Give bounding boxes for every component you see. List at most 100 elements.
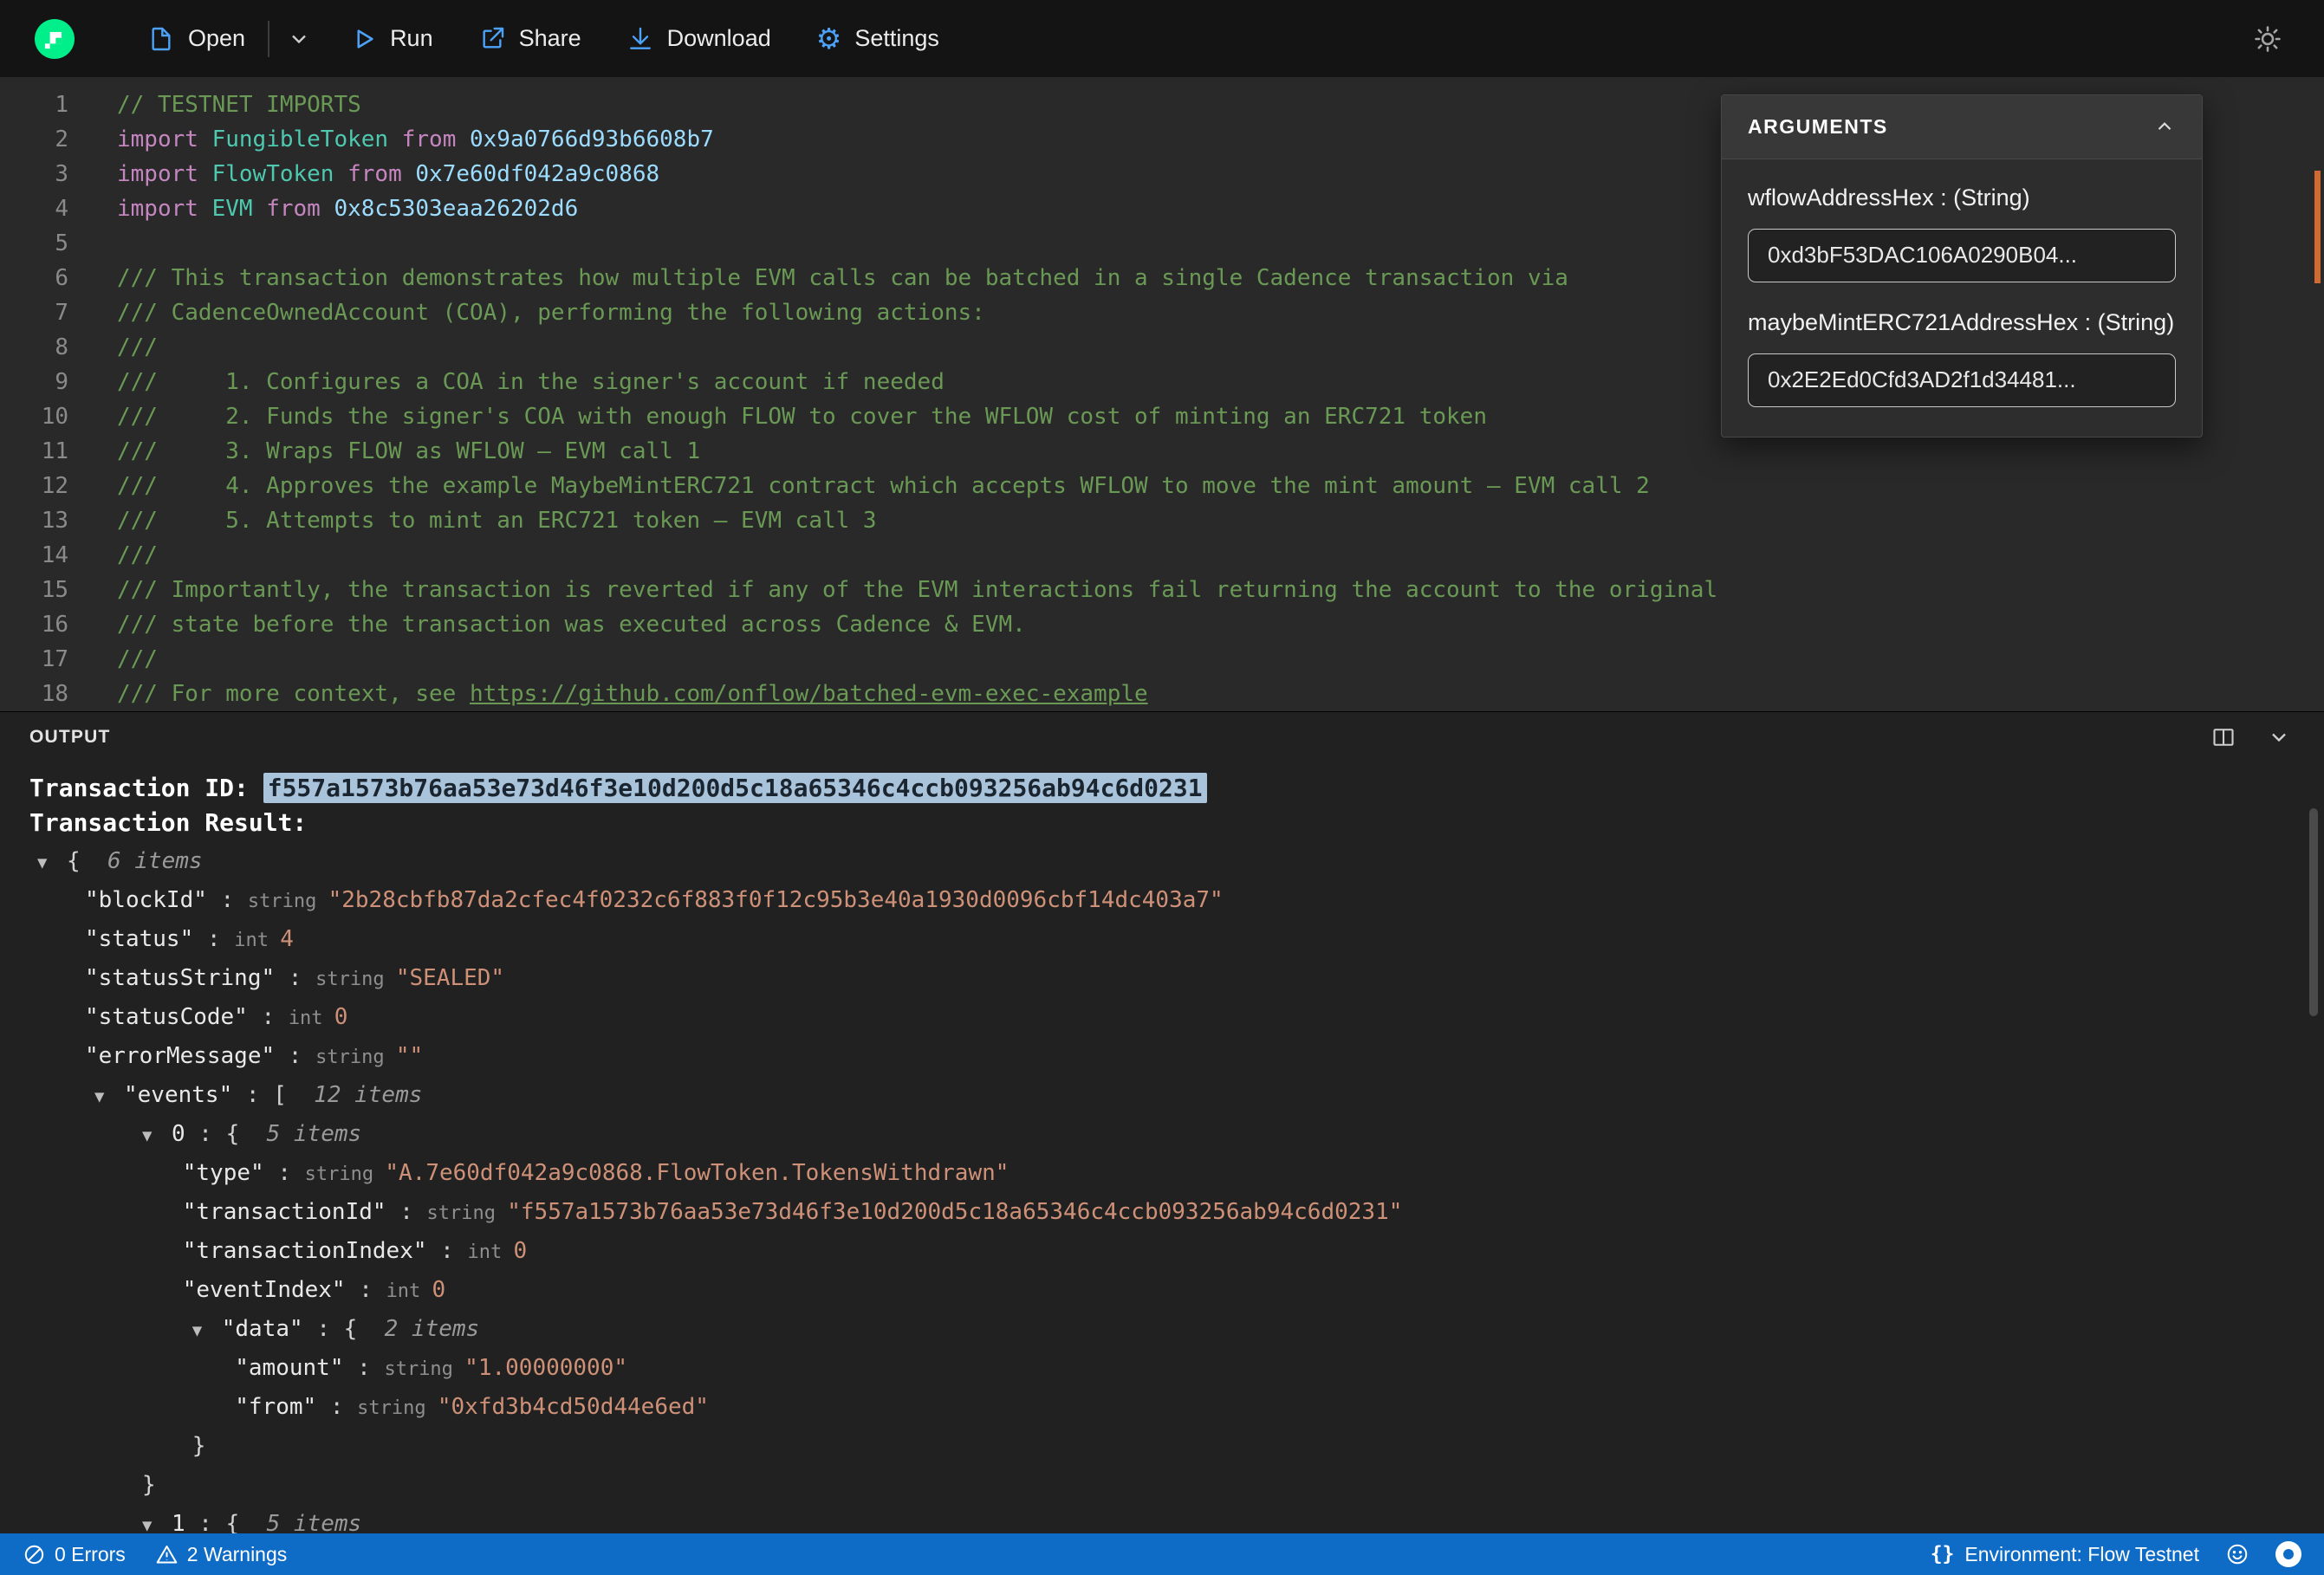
json-colon: : — [185, 1121, 226, 1147]
json-key: "blockId" — [85, 887, 207, 913]
flow-network-status-icon[interactable] — [2275, 1541, 2301, 1567]
theme-toggle-button[interactable] — [2246, 24, 2289, 54]
json-colon: : — [386, 1199, 427, 1225]
code-line[interactable]: 14 /// — [0, 538, 2324, 573]
json-key: "from" — [235, 1394, 317, 1420]
output-scrollbar-thumb[interactable] — [2309, 808, 2318, 1016]
json-tree-line: "statusString" : string "SEALED" — [0, 959, 2324, 998]
code-text: /// — [68, 330, 158, 365]
json-tree-line: "errorMessage" : string "" — [0, 1037, 2324, 1076]
json-colon: : — [275, 1043, 316, 1069]
code-token: /// 2. Funds the signer's COA with enoug… — [117, 404, 1487, 430]
collapse-toggle-icon[interactable]: ▼ — [142, 1117, 172, 1156]
overview-ruler-warning-mark — [2314, 171, 2321, 283]
json-key: "status" — [85, 926, 194, 952]
flow-logo-icon[interactable] — [35, 18, 75, 59]
code-line[interactable]: 18/// For more context, see https://gith… — [0, 677, 2324, 711]
code-text: /// CadenceOwnedAccount (COA), performin… — [68, 295, 985, 330]
settings-button-label: Settings — [854, 25, 939, 51]
collapse-output-button[interactable] — [2263, 722, 2295, 753]
line-number: 11 — [41, 438, 68, 464]
feedback-smiley-icon[interactable] — [2225, 1542, 2249, 1566]
flow-logo-glyph — [35, 18, 75, 59]
json-colon: : — [275, 965, 316, 991]
code-line[interactable]: 11 /// 3. Wraps FLOW as WFLOW – EVM call … — [0, 434, 2324, 469]
open-dropdown-button[interactable] — [269, 0, 328, 77]
chevron-up-icon[interactable] — [2153, 116, 2176, 139]
code-token: /// 1. Configures a COA in the signer's … — [117, 369, 945, 395]
json-num: 0 — [513, 1238, 528, 1264]
split-output-button[interactable] — [2208, 722, 2239, 753]
argument-input-maybeMintERC721AddressHex[interactable] — [1748, 353, 2176, 407]
transaction-result-label: Transaction Result: — [29, 808, 308, 837]
collapse-toggle-icon[interactable]: ▼ — [37, 844, 67, 883]
line-number: 12 — [41, 473, 68, 499]
code-line[interactable]: 16 /// state before the transaction was e… — [0, 607, 2324, 642]
json-colon: : — [426, 1238, 468, 1264]
output-body: Transaction ID: f557a1573b76aa53e73d46f3… — [0, 762, 2324, 1533]
code-text: /// 3. Wraps FLOW as WFLOW – EVM call 1 — [68, 434, 700, 469]
collapse-toggle-icon[interactable]: ▼ — [142, 1507, 172, 1533]
transaction-id-value[interactable]: f557a1573b76aa53e73d46f3e10d200d5c18a653… — [263, 773, 1207, 803]
settings-button[interactable]: ⚙ Settings — [794, 0, 962, 77]
json-brace: { — [67, 848, 81, 874]
share-button[interactable]: Share — [456, 0, 604, 77]
code-text: /// 5. Attempts to mint an ERC721 token … — [68, 503, 877, 538]
error-circle-slash-icon — [24, 1545, 44, 1564]
code-token: /// For more context, see — [117, 681, 470, 707]
code-token: import — [117, 196, 212, 222]
code-token: /// 5. Attempts to mint an ERC721 token … — [117, 508, 877, 534]
code-link[interactable]: https://github.com/onflow/batched-evm-ex… — [470, 681, 1148, 707]
line-number: 17 — [41, 646, 68, 672]
line-number: 7 — [55, 300, 68, 326]
collapse-toggle-icon[interactable]: ▼ — [94, 1078, 124, 1117]
json-tree-line: ▼ "data" : { 2 items — [0, 1310, 2324, 1349]
open-button[interactable]: Open — [125, 0, 268, 77]
arguments-panel-header[interactable]: ARGUMENTS — [1722, 95, 2202, 159]
json-tree-line: "amount" : string "1.00000000" — [0, 1349, 2324, 1388]
argument-input-wflowAddressHex[interactable] — [1748, 228, 2176, 282]
json-colon: : — [316, 1394, 358, 1420]
code-line[interactable]: 15 /// Importantly, the transaction is re… — [0, 573, 2324, 607]
run-button[interactable]: Run — [328, 0, 456, 77]
warnings-status[interactable]: 2 Warnings — [155, 1543, 287, 1566]
line-number: 9 — [55, 369, 68, 395]
json-typ: string — [304, 1163, 386, 1185]
json-str: "f557a1573b76aa53e73d46f3e10d200d5c18a65… — [507, 1199, 1403, 1225]
json-num: 0 — [432, 1277, 446, 1303]
json-tree-line: ▼ 0 : { 5 items — [0, 1115, 2324, 1154]
split-columns-icon — [2213, 729, 2234, 746]
flow-playground-app: Open Run Share Download ⚙ Settings 1 // … — [0, 0, 2324, 1575]
gear-icon: ⚙ — [815, 22, 842, 55]
status-bar-right: {} Environment: Flow Testnet — [1931, 1541, 2301, 1567]
status-bar: 0 Errors 2 Warnings {} Environment: Flow… — [0, 1533, 2324, 1575]
errors-status[interactable]: 0 Errors — [23, 1543, 126, 1566]
json-key: "statusString" — [85, 965, 276, 991]
json-tree-line: } — [0, 1466, 2324, 1505]
json-colon: : — [206, 887, 248, 913]
sun-icon — [2255, 25, 2281, 52]
transaction-id-line: Transaction ID: f557a1573b76aa53e73d46f3… — [0, 771, 2324, 806]
json-colon: : — [193, 926, 235, 952]
json-typ: string — [384, 1358, 465, 1380]
code-token: from — [252, 196, 334, 222]
code-line[interactable]: 12 /// 4. Approves the example MaybeMintE… — [0, 469, 2324, 503]
code-line[interactable]: 13 /// 5. Attempts to mint an ERC721 toke… — [0, 503, 2324, 538]
download-button[interactable]: Download — [604, 0, 794, 77]
code-token: /// — [117, 334, 158, 360]
line-number: 10 — [41, 404, 68, 430]
braces-icon: {} — [1930, 1543, 1955, 1565]
warnings-count-label: 2 Warnings — [186, 1542, 288, 1565]
environment-label: Environment: Flow Testnet — [1964, 1542, 2199, 1565]
json-key: "amount" — [235, 1355, 344, 1381]
environment-indicator[interactable]: {} Environment: Flow Testnet — [1931, 1543, 2199, 1566]
code-line[interactable]: 17 /// — [0, 642, 2324, 677]
output-title: OUTPUT — [29, 727, 111, 747]
json-brace: { — [225, 1511, 240, 1533]
code-editor[interactable]: 1// TESTNET IMPORTS 2 import FungibleToken… — [0, 77, 2324, 711]
line-number: 4 — [55, 196, 68, 222]
json-colon: : — [302, 1316, 344, 1342]
collapse-toggle-icon[interactable]: ▼ — [192, 1312, 222, 1351]
code-token: 0x8c5303eaa26202d6 — [334, 196, 579, 222]
toolbar: Open Run Share Download ⚙ Settings — [0, 0, 2324, 77]
